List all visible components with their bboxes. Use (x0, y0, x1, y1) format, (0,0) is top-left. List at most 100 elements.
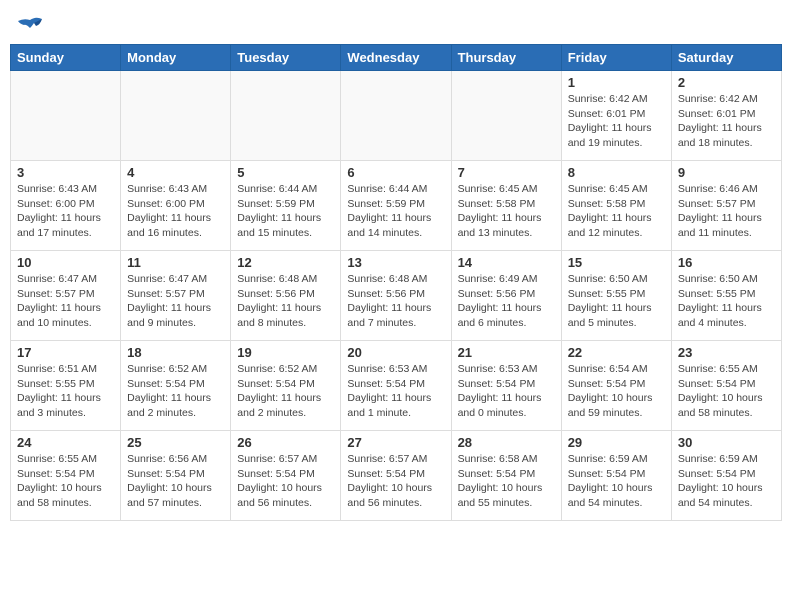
calendar-cell: 17 Sunrise: 6:51 AM Sunset: 5:55 PM Dayli… (11, 341, 121, 431)
day-number: 6 (347, 165, 444, 180)
day-info: Sunrise: 6:57 AM Sunset: 5:54 PM Dayligh… (237, 452, 334, 511)
day-number: 22 (568, 345, 665, 360)
calendar-cell: 29 Sunrise: 6:59 AM Sunset: 5:54 PM Dayli… (561, 431, 671, 521)
calendar-header-monday: Monday (121, 45, 231, 71)
calendar-cell: 13 Sunrise: 6:48 AM Sunset: 5:56 PM Dayli… (341, 251, 451, 341)
calendar-cell (341, 71, 451, 161)
day-number: 21 (458, 345, 555, 360)
day-info: Sunrise: 6:44 AM Sunset: 5:59 PM Dayligh… (347, 182, 444, 241)
logo-bird-icon (16, 16, 44, 38)
day-number: 8 (568, 165, 665, 180)
day-info: Sunrise: 6:59 AM Sunset: 5:54 PM Dayligh… (678, 452, 775, 511)
calendar-cell (451, 71, 561, 161)
day-info: Sunrise: 6:44 AM Sunset: 5:59 PM Dayligh… (237, 182, 334, 241)
calendar-cell: 30Sunrise: 6:59 AM Sunset: 5:54 PM Dayli… (671, 431, 781, 521)
calendar-cell (11, 71, 121, 161)
calendar-cell: 12Sunrise: 6:48 AM Sunset: 5:56 PM Dayli… (231, 251, 341, 341)
calendar-cell: 11 Sunrise: 6:47 AM Sunset: 5:57 PM Dayli… (121, 251, 231, 341)
calendar-cell: 28 Sunrise: 6:58 AM Sunset: 5:54 PM Dayli… (451, 431, 561, 521)
calendar-cell: 20 Sunrise: 6:53 AM Sunset: 5:54 PM Dayli… (341, 341, 451, 431)
calendar-cell: 18 Sunrise: 6:52 AM Sunset: 5:54 PM Dayli… (121, 341, 231, 431)
day-info: Sunrise: 6:57 AM Sunset: 5:54 PM Dayligh… (347, 452, 444, 511)
day-info: Sunrise: 6:45 AM Sunset: 5:58 PM Dayligh… (568, 182, 665, 241)
day-number: 9 (678, 165, 775, 180)
calendar-cell: 16 Sunrise: 6:50 AM Sunset: 5:55 PM Dayli… (671, 251, 781, 341)
day-number: 27 (347, 435, 444, 450)
calendar-week-row: 3Sunrise: 6:43 AM Sunset: 6:00 PM Daylig… (11, 161, 782, 251)
calendar-cell: 24Sunrise: 6:55 AM Sunset: 5:54 PM Dayli… (11, 431, 121, 521)
day-number: 26 (237, 435, 334, 450)
day-info: Sunrise: 6:46 AM Sunset: 5:57 PM Dayligh… (678, 182, 775, 241)
day-number: 1 (568, 75, 665, 90)
day-info: Sunrise: 6:53 AM Sunset: 5:54 PM Dayligh… (347, 362, 444, 421)
calendar-table: SundayMondayTuesdayWednesdayThursdayFrid… (10, 44, 782, 521)
day-info: Sunrise: 6:47 AM Sunset: 5:57 PM Dayligh… (127, 272, 224, 331)
calendar-cell: 9 Sunrise: 6:46 AM Sunset: 5:57 PM Daylig… (671, 161, 781, 251)
day-info: Sunrise: 6:55 AM Sunset: 5:54 PM Dayligh… (678, 362, 775, 421)
calendar-cell: 26 Sunrise: 6:57 AM Sunset: 5:54 PM Dayli… (231, 431, 341, 521)
calendar-header-thursday: Thursday (451, 45, 561, 71)
calendar-week-row: 1 Sunrise: 6:42 AM Sunset: 6:01 PM Daylig… (11, 71, 782, 161)
calendar-cell: 23 Sunrise: 6:55 AM Sunset: 5:54 PM Dayli… (671, 341, 781, 431)
day-info: Sunrise: 6:58 AM Sunset: 5:54 PM Dayligh… (458, 452, 555, 511)
day-info: Sunrise: 6:48 AM Sunset: 5:56 PM Dayligh… (347, 272, 444, 331)
calendar-header-sunday: Sunday (11, 45, 121, 71)
calendar-cell: 22 Sunrise: 6:54 AM Sunset: 5:54 PM Dayli… (561, 341, 671, 431)
day-number: 18 (127, 345, 224, 360)
page-header (10, 10, 782, 36)
day-number: 25 (127, 435, 224, 450)
calendar-header-tuesday: Tuesday (231, 45, 341, 71)
calendar-cell: 15 Sunrise: 6:50 AM Sunset: 5:55 PM Dayli… (561, 251, 671, 341)
day-info: Sunrise: 6:50 AM Sunset: 5:55 PM Dayligh… (678, 272, 775, 331)
day-number: 13 (347, 255, 444, 270)
day-info: Sunrise: 6:43 AM Sunset: 6:00 PM Dayligh… (127, 182, 224, 241)
day-number: 4 (127, 165, 224, 180)
calendar-cell: 5 Sunrise: 6:44 AM Sunset: 5:59 PM Daylig… (231, 161, 341, 251)
day-number: 16 (678, 255, 775, 270)
calendar-cell: 19 Sunrise: 6:52 AM Sunset: 5:54 PM Dayli… (231, 341, 341, 431)
day-number: 29 (568, 435, 665, 450)
calendar-cell: 14Sunrise: 6:49 AM Sunset: 5:56 PM Dayli… (451, 251, 561, 341)
calendar-cell: 21Sunrise: 6:53 AM Sunset: 5:54 PM Dayli… (451, 341, 561, 431)
day-number: 5 (237, 165, 334, 180)
day-number: 17 (17, 345, 114, 360)
calendar-week-row: 17 Sunrise: 6:51 AM Sunset: 5:55 PM Dayli… (11, 341, 782, 431)
calendar-week-row: 24Sunrise: 6:55 AM Sunset: 5:54 PM Dayli… (11, 431, 782, 521)
logo (14, 16, 44, 36)
calendar-cell (231, 71, 341, 161)
calendar-header-wednesday: Wednesday (341, 45, 451, 71)
day-info: Sunrise: 6:48 AM Sunset: 5:56 PM Dayligh… (237, 272, 334, 331)
calendar-cell: 27 Sunrise: 6:57 AM Sunset: 5:54 PM Dayli… (341, 431, 451, 521)
calendar-header-row: SundayMondayTuesdayWednesdayThursdayFrid… (11, 45, 782, 71)
day-info: Sunrise: 6:59 AM Sunset: 5:54 PM Dayligh… (568, 452, 665, 511)
day-number: 19 (237, 345, 334, 360)
day-number: 24 (17, 435, 114, 450)
calendar-cell: 1 Sunrise: 6:42 AM Sunset: 6:01 PM Daylig… (561, 71, 671, 161)
calendar-cell: 4 Sunrise: 6:43 AM Sunset: 6:00 PM Daylig… (121, 161, 231, 251)
calendar-header-friday: Friday (561, 45, 671, 71)
calendar-cell: 7 Sunrise: 6:45 AM Sunset: 5:58 PM Daylig… (451, 161, 561, 251)
day-info: Sunrise: 6:51 AM Sunset: 5:55 PM Dayligh… (17, 362, 114, 421)
calendar-cell: 6 Sunrise: 6:44 AM Sunset: 5:59 PM Daylig… (341, 161, 451, 251)
day-number: 15 (568, 255, 665, 270)
day-info: Sunrise: 6:52 AM Sunset: 5:54 PM Dayligh… (127, 362, 224, 421)
day-number: 23 (678, 345, 775, 360)
calendar-cell: 3Sunrise: 6:43 AM Sunset: 6:00 PM Daylig… (11, 161, 121, 251)
day-info: Sunrise: 6:54 AM Sunset: 5:54 PM Dayligh… (568, 362, 665, 421)
day-info: Sunrise: 6:49 AM Sunset: 5:56 PM Dayligh… (458, 272, 555, 331)
day-number: 11 (127, 255, 224, 270)
day-number: 28 (458, 435, 555, 450)
day-number: 2 (678, 75, 775, 90)
day-info: Sunrise: 6:52 AM Sunset: 5:54 PM Dayligh… (237, 362, 334, 421)
day-number: 20 (347, 345, 444, 360)
day-number: 7 (458, 165, 555, 180)
calendar-cell (121, 71, 231, 161)
calendar-cell: 8 Sunrise: 6:45 AM Sunset: 5:58 PM Daylig… (561, 161, 671, 251)
day-info: Sunrise: 6:50 AM Sunset: 5:55 PM Dayligh… (568, 272, 665, 331)
calendar-cell: 2 Sunrise: 6:42 AM Sunset: 6:01 PM Daylig… (671, 71, 781, 161)
calendar-header-saturday: Saturday (671, 45, 781, 71)
day-info: Sunrise: 6:45 AM Sunset: 5:58 PM Dayligh… (458, 182, 555, 241)
day-info: Sunrise: 6:42 AM Sunset: 6:01 PM Dayligh… (568, 92, 665, 151)
day-info: Sunrise: 6:42 AM Sunset: 6:01 PM Dayligh… (678, 92, 775, 151)
day-info: Sunrise: 6:47 AM Sunset: 5:57 PM Dayligh… (17, 272, 114, 331)
